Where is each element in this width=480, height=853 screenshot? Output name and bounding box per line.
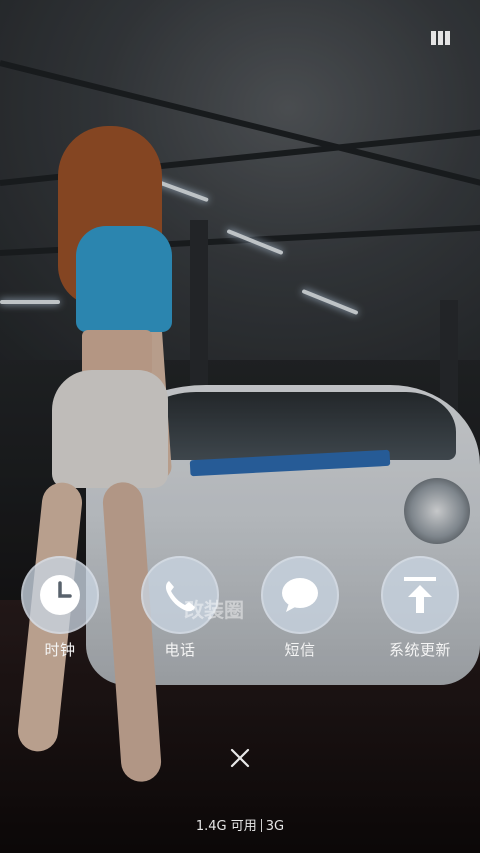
wallpaper-dim-overlay — [0, 0, 480, 853]
app-label: 短信 — [284, 641, 316, 659]
app-system-update[interactable]: 系统更新 — [360, 556, 480, 660]
system-update-icon[interactable] — [381, 556, 459, 634]
message-icon[interactable] — [261, 556, 339, 634]
recent-apps-screen: 时钟 电话 短信 系统更新 改装圈 1.4G 可用 3G — [0, 0, 480, 853]
close-all-button[interactable] — [226, 744, 254, 772]
watermark: 改装圈 — [184, 598, 244, 622]
network-type: 3G — [265, 819, 285, 834]
app-clock[interactable]: 时钟 — [0, 556, 120, 660]
memory-status: 1.4G 可用 3G — [0, 815, 480, 834]
app-label: 系统更新 — [388, 641, 451, 659]
app-label: 时钟 — [44, 641, 76, 659]
recents-menu-icon[interactable] — [431, 31, 450, 45]
clock-icon[interactable] — [21, 556, 99, 634]
app-messages[interactable]: 短信 — [240, 556, 360, 660]
app-label: 电话 — [164, 641, 196, 659]
close-icon — [230, 748, 250, 768]
status-divider — [260, 819, 262, 832]
storage-available: 1.4G 可用 — [195, 819, 257, 834]
